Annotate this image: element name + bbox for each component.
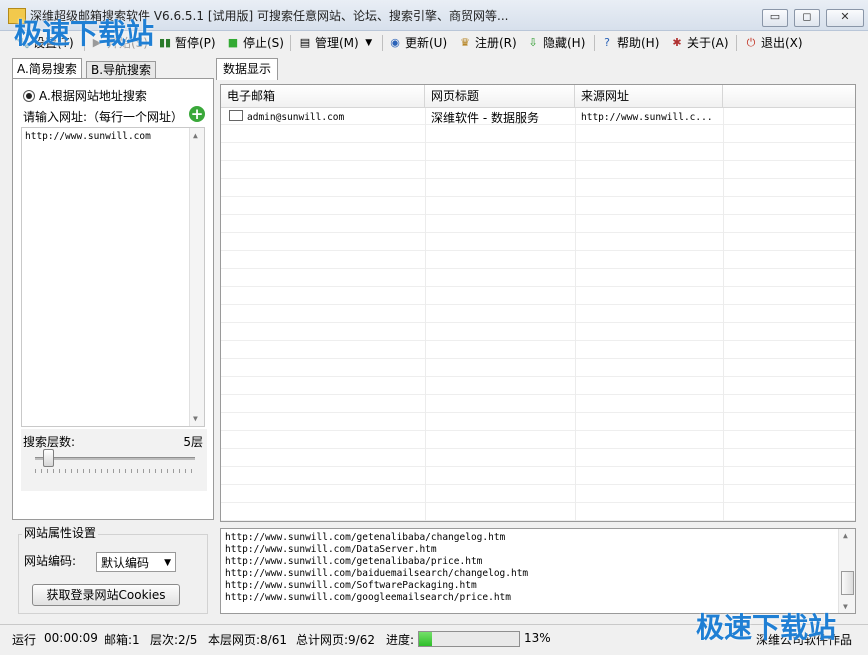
column-divider [425, 107, 426, 521]
tab-nav-search[interactable]: B.导航搜索 [86, 61, 157, 79]
log-line: http://www.sunwill.com/baiduemailsearch/… [225, 568, 529, 579]
column-header-source[interactable]: 来源网址 [575, 85, 723, 107]
globe-icon: ◉ [390, 36, 400, 49]
hide-button[interactable]: ⇩ 隐藏(H) [526, 33, 585, 53]
log-line: http://www.sunwill.com/getenalibaba/pric… [225, 556, 483, 567]
url-log: http://www.sunwill.com/getenalibaba/chan… [220, 528, 856, 614]
status-page: 本层网页:8/61 [208, 633, 287, 647]
depth-control: 搜索层数: 5层 [21, 429, 207, 491]
status-run: 运行 [12, 633, 37, 647]
maximize-button[interactable]: ◻ [794, 9, 820, 27]
log-line: http://www.sunwill.com/getenalibaba/chan… [225, 532, 506, 543]
about-label: 关于(A) [687, 36, 729, 50]
progress-fill [419, 632, 432, 646]
stop-label: 停止(S) [243, 36, 284, 50]
watermark-logo: 极速下载站 [14, 17, 155, 50]
table-header: 电子邮箱 网页标题 来源网址 [221, 85, 855, 108]
tab-data-display[interactable]: 数据显示 [216, 58, 279, 80]
help-label: 帮助(H) [617, 36, 660, 50]
site-search-radio[interactable] [23, 90, 35, 102]
site-search-radio-label: A.根据网站地址搜索 [39, 89, 147, 103]
search-panel: A.根据网站地址搜索 请输入网址:（每行一个网址） + http://www.s… [12, 78, 214, 520]
status-total: 总计网页:9/62 [296, 633, 375, 647]
manage-label: 管理(M) [315, 36, 359, 50]
status-time: 00:00:09 [44, 631, 98, 645]
update-button[interactable]: ◉ 更新(U) [388, 33, 447, 53]
minimize-button[interactable]: ▭ [762, 9, 788, 27]
help-button[interactable]: ? 帮助(H) [600, 33, 659, 53]
log-line: http://www.sunwill.com/SoftwarePackaging… [225, 580, 477, 591]
log-line: http://www.sunwill.com/googleemailsearch… [225, 592, 511, 603]
depth-label: 搜索层数: [23, 435, 76, 449]
pause-button[interactable]: ▮▮ 暂停(P) [158, 33, 216, 53]
close-button[interactable]: ✕ [826, 9, 864, 27]
chevron-down-icon: ▼ [164, 558, 171, 568]
log-line: http://www.sunwill.com/DataServer.htm [225, 544, 437, 555]
chevron-down-icon: ▼ [365, 38, 373, 48]
depth-value: 5层 [183, 435, 203, 449]
toolbar-divider [382, 35, 383, 51]
register-label: 注册(R) [475, 36, 517, 50]
column-header-title[interactable]: 网页标题 [425, 85, 575, 107]
site-props-title: 网站属性设置 [22, 524, 99, 541]
progress-bar [418, 631, 520, 647]
stop-button[interactable]: ■ 停止(S) [226, 33, 284, 53]
get-cookies-button[interactable]: 获取登录网站Cookies [32, 584, 180, 606]
help-icon: ? [604, 36, 610, 49]
update-label: 更新(U) [405, 36, 448, 50]
exit-button[interactable]: ⏻ 退出(X) [744, 33, 803, 53]
encoding-value: 默认编码 [101, 556, 150, 570]
toolbar-divider [594, 35, 595, 51]
scroll-up-icon[interactable]: ▲ [843, 531, 848, 540]
results-table: 电子邮箱 网页标题 来源网址 admin@sunwill.com 深维软件 - … [220, 84, 856, 522]
stop-icon: ■ [227, 36, 239, 49]
column-divider [723, 107, 724, 521]
site-props-group: 网站属性设置 网站编码: 默认编码 ▼ 获取登录网站Cookies [12, 522, 212, 614]
exit-label: 退出(X) [761, 36, 803, 50]
download-icon: ⇩ [528, 36, 538, 49]
url-scrollbar[interactable]: ▲ ▼ [189, 128, 204, 426]
hide-label: 隐藏(H) [543, 36, 586, 50]
table-row[interactable]: admin@sunwill.com 深维软件 - 数据服务 http://www… [221, 109, 855, 127]
about-button[interactable]: ✱ 关于(A) [670, 33, 729, 53]
scroll-up-icon[interactable]: ▲ [193, 131, 198, 140]
url-textarea-value: http://www.sunwill.com [25, 131, 151, 142]
status-mailbox: 邮箱:1 [104, 633, 140, 647]
url-textarea[interactable]: http://www.sunwill.com ▲ ▼ [21, 127, 205, 427]
depth-slider-track[interactable] [35, 457, 195, 460]
pause-label: 暂停(P) [175, 36, 216, 50]
pause-icon: ▮▮ [158, 36, 172, 49]
document-icon: ▤ [299, 36, 311, 49]
email-value: admin@sunwill.com [247, 112, 345, 123]
scroll-down-icon[interactable]: ▼ [843, 602, 848, 611]
register-button[interactable]: ♛ 注册(R) [458, 33, 517, 53]
scroll-down-icon[interactable]: ▼ [193, 414, 198, 423]
watermark-logo: 极速下载站 [696, 611, 837, 644]
column-header-email[interactable]: 电子邮箱 [221, 85, 425, 107]
tab-simple-search[interactable]: A.简易搜索 [12, 58, 82, 79]
about-icon: ✱ [672, 36, 682, 49]
toolbar-divider [736, 35, 737, 51]
status-progress-label: 进度: [386, 633, 415, 647]
log-scrollbar[interactable]: ▲ ▼ [838, 529, 855, 613]
exit-icon: ⏻ [746, 36, 756, 49]
url-input-label: 请输入网址:（每行一个网址） [23, 110, 184, 124]
toolbar-divider [290, 35, 291, 51]
depth-slider-thumb[interactable] [43, 449, 54, 467]
mail-icon [229, 110, 243, 121]
add-url-button[interactable]: + [189, 106, 205, 122]
encoding-select[interactable]: 默认编码 ▼ [96, 552, 176, 572]
title-cell: 深维软件 - 数据服务 [431, 111, 539, 125]
source-cell: http://www.sunwill.c... [581, 112, 713, 123]
encoding-label: 网站编码: [24, 554, 77, 568]
depth-slider-ticks [35, 469, 195, 473]
status-level: 层次:2/5 [150, 633, 198, 647]
column-divider [575, 107, 576, 521]
status-progress-pct: 13% [524, 631, 551, 645]
manage-button[interactable]: ▤ 管理(M) ▼ [298, 33, 376, 53]
register-icon: ♛ [460, 36, 470, 49]
email-cell: admin@sunwill.com [221, 109, 425, 127]
table-body [221, 107, 855, 521]
log-scroll-thumb[interactable] [841, 571, 854, 595]
